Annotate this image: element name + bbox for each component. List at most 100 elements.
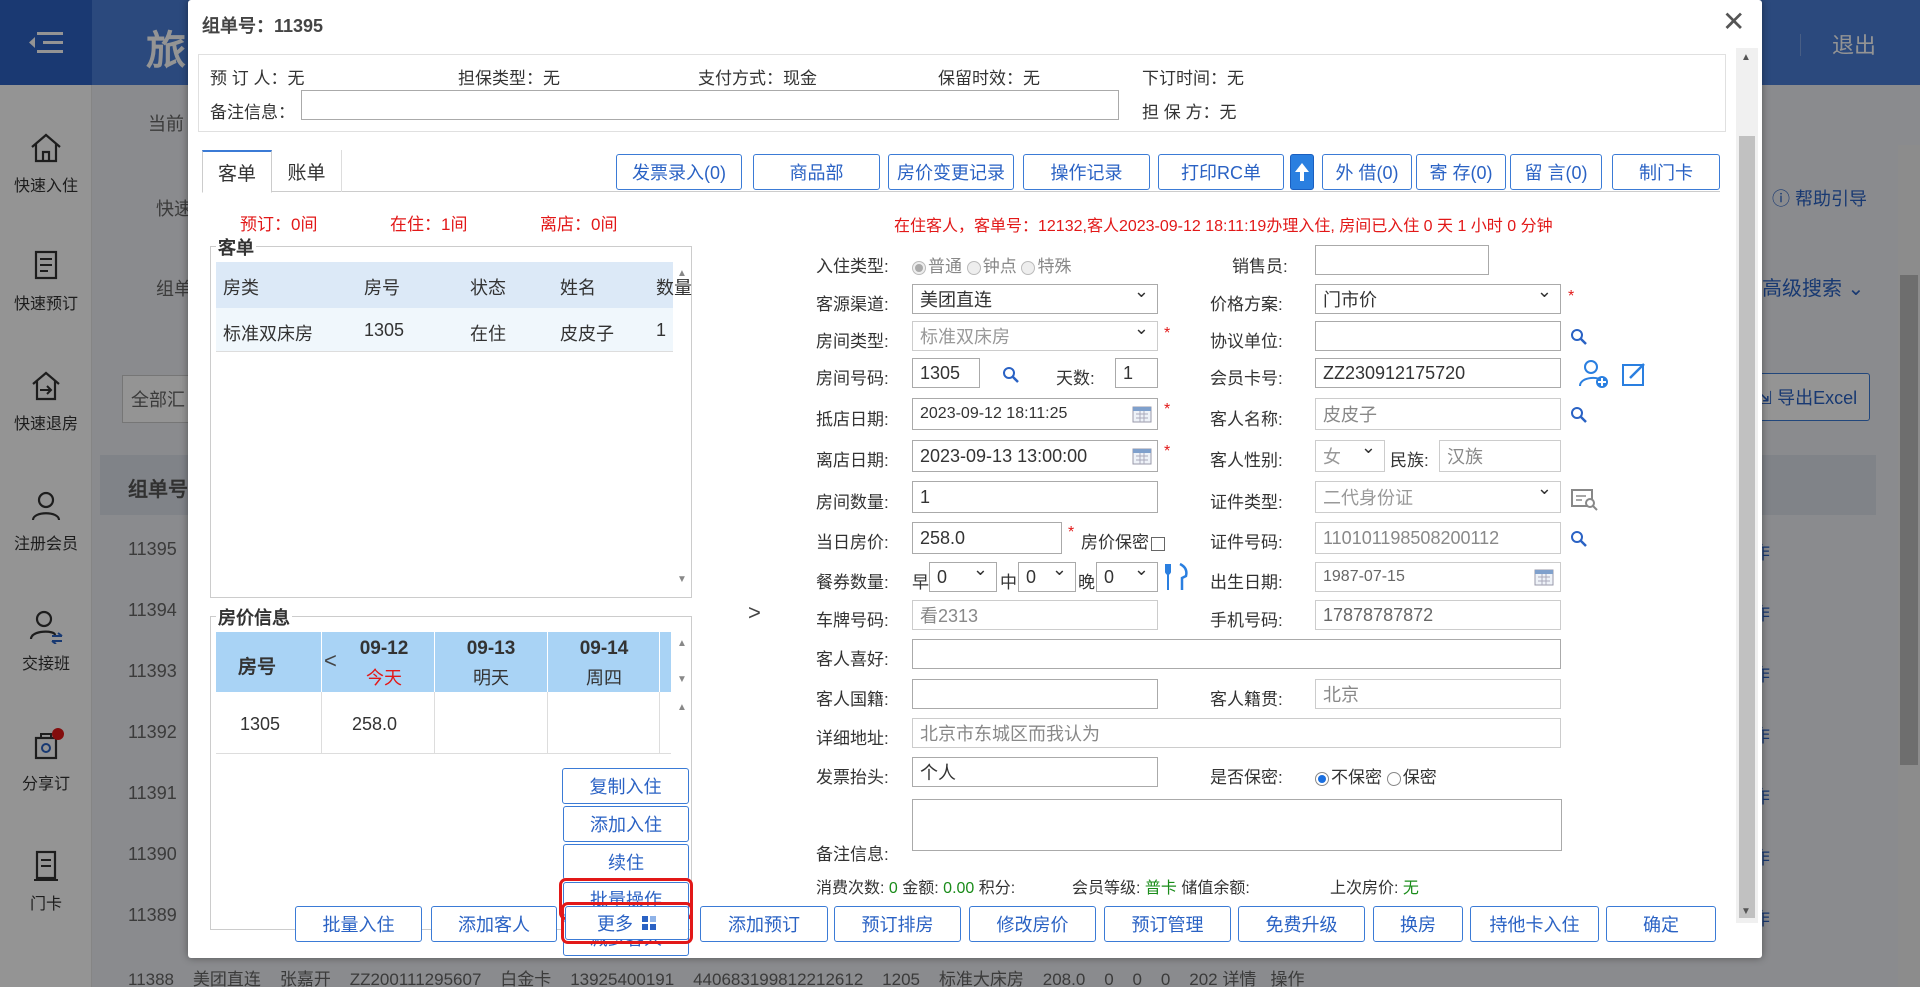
- invoice-title-label: 发票抬头:: [816, 768, 889, 787]
- free-upgrade-button[interactable]: 免费升级: [1238, 906, 1365, 942]
- stay-status-line: 在住客人，客单号：12132,客人2023-09-12 18:11:19办理入住…: [894, 218, 1553, 235]
- tab-guest-order[interactable]: 客单: [202, 150, 272, 193]
- cell-name: 皮皮子: [560, 324, 614, 344]
- batch-checkin-button[interactable]: 批量入住: [295, 906, 422, 942]
- days-input[interactable]: 1: [1115, 358, 1158, 388]
- hobby-input[interactable]: [912, 639, 1561, 669]
- copy-checkin-button[interactable]: 复制入住: [562, 768, 689, 804]
- prev-dates-button[interactable]: <: [324, 648, 337, 674]
- checkin-type-radio-group[interactable]: 普通 钟点 特殊: [912, 252, 1071, 277]
- phone-input[interactable]: 17878787872: [1315, 600, 1561, 630]
- price-row[interactable]: 1305 258.0: [216, 692, 671, 754]
- arrive-date-label: 抵店日期:: [816, 410, 889, 429]
- add-reservation-button[interactable]: 添加预订: [700, 906, 828, 942]
- search-icon[interactable]: [1002, 366, 1020, 384]
- salesman-label: 销售员:: [1232, 257, 1288, 276]
- gender-select[interactable]: 女: [1315, 440, 1385, 472]
- reservation-manage-button[interactable]: 预订管理: [1104, 906, 1231, 942]
- calendar-icon[interactable]: [1132, 447, 1152, 465]
- add-member-icon[interactable]: [1578, 358, 1610, 390]
- breakfast-select[interactable]: 0: [929, 562, 997, 592]
- channel-select[interactable]: 美团直连: [912, 284, 1158, 314]
- id-type-select[interactable]: 二代身份证: [1315, 481, 1561, 513]
- reserve-room-assign-button[interactable]: 预订排房: [834, 906, 961, 942]
- close-icon[interactable]: ✕: [1722, 8, 1745, 36]
- secret-radio-group[interactable]: 不保密 保密: [1315, 763, 1437, 788]
- change-room-button[interactable]: 换房: [1373, 906, 1463, 942]
- level-summary: 会员等级: 普卡 储值余额:: [1072, 880, 1250, 897]
- birthday-label: 出生日期:: [1210, 573, 1283, 592]
- guarantor-field: 担 保 方：无: [1142, 103, 1237, 122]
- edit-icon[interactable]: [1620, 360, 1648, 388]
- member-card-input[interactable]: ZZ230912175720: [1315, 358, 1561, 388]
- birthday-input[interactable]: 1987-07-15: [1315, 562, 1561, 592]
- arrive-date-input[interactable]: 2023-09-12 18:11:25: [912, 398, 1158, 430]
- id-reader-icon[interactable]: [1570, 486, 1600, 512]
- search-icon[interactable]: [1570, 328, 1588, 346]
- order-time-field: 下订时间：无: [1142, 69, 1244, 88]
- dialog-scrollbar[interactable]: ▲ ▼: [1736, 48, 1758, 923]
- origin-input[interactable]: 北京: [1315, 679, 1561, 709]
- id-no-label: 证件号码:: [1210, 533, 1283, 552]
- plate-input[interactable]: 看2313: [912, 600, 1158, 630]
- make-card-button[interactable]: 制门卡: [1612, 154, 1720, 190]
- room-no-label: 房间号码:: [816, 369, 889, 388]
- id-type-label: 证件类型:: [1210, 493, 1283, 512]
- calendar-icon[interactable]: [1534, 568, 1554, 586]
- gender-label: 客人性别:: [1210, 451, 1283, 470]
- calendar-icon[interactable]: [1132, 405, 1152, 423]
- price-info-legend: 房价信息: [216, 604, 292, 630]
- table-row[interactable]: 标准双床房 1305 在住 皮皮子 1: [216, 308, 673, 352]
- confirm-button[interactable]: 确定: [1606, 906, 1716, 942]
- search-icon[interactable]: [1570, 530, 1588, 548]
- search-icon[interactable]: [1570, 406, 1588, 424]
- guest-remark-textarea[interactable]: [912, 799, 1562, 851]
- price-cell[interactable]: 258.0: [352, 714, 397, 735]
- room-no-input[interactable]: 1305: [912, 358, 980, 388]
- cell-room-type: 标准双床房: [223, 324, 313, 344]
- col-status: 状态: [470, 278, 506, 298]
- breakfast-label: 早: [912, 573, 929, 592]
- room-count-input[interactable]: 1: [912, 481, 1158, 513]
- invoice-title-input[interactable]: 个人: [912, 757, 1158, 787]
- salesman-input[interactable]: [1315, 245, 1489, 275]
- price-plan-select[interactable]: 门市价: [1315, 284, 1561, 314]
- next-dates-button[interactable]: >: [748, 600, 761, 626]
- meal-icon[interactable]: [1164, 562, 1192, 592]
- modify-price-button[interactable]: 修改房价: [969, 906, 1096, 942]
- room-type-select[interactable]: 标准双床房: [912, 321, 1158, 351]
- guest-list-scrollbar[interactable]: ▲ ▼: [676, 262, 690, 592]
- guest-name-input[interactable]: 皮皮子: [1315, 398, 1561, 430]
- print-rc-button[interactable]: 打印RC单: [1158, 154, 1284, 190]
- cell-room-no: 1305: [364, 320, 405, 340]
- invoice-entry-button[interactable]: 发票录入(0): [616, 154, 742, 190]
- agreement-input[interactable]: [1315, 321, 1561, 351]
- day-date: 09-14: [579, 638, 629, 659]
- nation-label: 民族:: [1390, 451, 1429, 470]
- operation-log-button[interactable]: 操作记录: [1023, 154, 1150, 190]
- nationality-input[interactable]: [912, 679, 1158, 709]
- extend-stay-button[interactable]: 续住: [563, 844, 689, 880]
- lunch-select[interactable]: 0: [1018, 562, 1076, 592]
- deposit-button[interactable]: 寄 存(0): [1416, 154, 1506, 190]
- scroll-up-button[interactable]: [1290, 154, 1314, 190]
- today-price-input[interactable]: 258.0: [912, 522, 1062, 554]
- add-checkin-button[interactable]: 添加入住: [563, 806, 689, 842]
- other-card-checkin-button[interactable]: 持他卡入住: [1470, 906, 1599, 942]
- add-guest-button[interactable]: 添加客人: [431, 906, 557, 942]
- price-change-log-button[interactable]: 房价变更记录: [888, 154, 1014, 190]
- more-button[interactable]: 更多: [561, 902, 693, 944]
- dinner-select[interactable]: 0: [1096, 562, 1158, 592]
- price-secret-checkbox[interactable]: 房价保密: [1081, 528, 1165, 553]
- address-input[interactable]: 北京市东城区而我认为: [912, 718, 1561, 748]
- order-remark-input[interactable]: [301, 90, 1119, 120]
- borrow-button[interactable]: 外 借(0): [1322, 154, 1412, 190]
- nation-input[interactable]: 汉族: [1439, 440, 1561, 472]
- tab-bill[interactable]: 账单: [272, 150, 342, 192]
- guest-name-label: 客人名称:: [1210, 410, 1283, 429]
- goods-button[interactable]: 商品部: [753, 154, 880, 190]
- depart-date-input[interactable]: 2023-09-13 13:00:00: [912, 440, 1158, 472]
- message-button[interactable]: 留 言(0): [1510, 154, 1602, 190]
- id-no-input[interactable]: 110101198508200112: [1315, 522, 1561, 554]
- checkin-type-label: 入住类型:: [816, 257, 889, 276]
